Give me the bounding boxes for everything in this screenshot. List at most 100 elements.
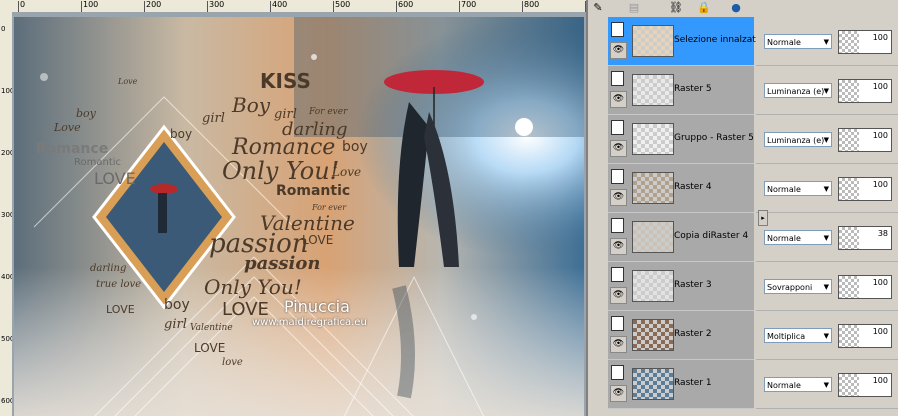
blend-mode-value: Normale [767,234,801,243]
canvas-image[interactable]: KISS Boy girl For ever darling Romance b… [14,17,584,416]
ruler-corner [0,0,12,12]
brush-icon[interactable]: ✎ [590,0,606,15]
art-word: Boy [232,93,271,117]
layers-list: 👁 Selezione innalzata Normale ▼ 100 👁 Raster 5… [588,17,898,416]
eye-icon[interactable]: 👁 [610,140,627,157]
layer-icons: 👁 [610,69,627,109]
blend-mode-select[interactable]: Normale ▼ [764,181,832,196]
eye-icon[interactable]: 👁 [610,287,627,304]
chevron-down-icon[interactable]: ▼ [824,84,829,99]
chevron-down-icon[interactable]: ▼ [824,182,829,197]
layer-icons: 👁 [610,363,627,403]
chevron-down-icon[interactable]: ▼ [824,280,829,295]
layers-toolbar: ✎ ▤ ⛓ 🔒 ● [588,0,898,16]
link-icon[interactable]: ⛓ [668,0,684,15]
layer-type-icon [611,120,624,135]
blend-mode-value: Sovrapponi [767,283,813,292]
art-word: KISS [260,69,311,93]
grayed-icon[interactable]: ▤ [626,0,642,15]
eye-icon[interactable]: 👁 [610,336,627,353]
transparency-icon [839,325,859,347]
image-area[interactable]: KISS Boy girl For ever darling Romance b… [12,12,586,416]
chevron-down-icon[interactable]: ▼ [824,35,829,50]
opacity-field[interactable]: 100 [838,324,892,348]
art-word: darling [90,263,127,274]
layer-properties: Normale ▼ 100 [756,164,898,213]
panel-splitter[interactable]: ▸ [758,210,768,226]
eye-icon[interactable]: 👁 [610,189,627,206]
opacity-value: 100 [872,376,888,385]
layer-row[interactable]: 👁 Raster 5 Luminanza (e) ▼ 100 [608,66,898,115]
blend-mode-select[interactable]: Moltiplica ▼ [764,328,832,343]
lock-icon[interactable]: 🔒 [696,0,712,15]
eye-icon[interactable]: 👁 [610,42,627,59]
layer-row[interactable]: 👁 Raster 1 Normale ▼ 100 [608,360,898,409]
layer-item[interactable]: 👁 Raster 2 [608,311,754,360]
layer-row[interactable]: 👁 Selezione innalzata Normale ▼ 100 [608,17,898,66]
layer-icons: 👁 [610,265,627,305]
layer-row[interactable]: 👁 Raster 2 Moltiplica ▼ 100 [608,311,898,360]
ruler-tick [459,1,460,12]
layer-row[interactable]: 👁 Gruppo - Raster 5 Luminanza (e) ▼ 100 [608,115,898,164]
blend-mode-select[interactable]: Sovrapponi ▼ [764,279,832,294]
layer-properties: Normale ▼ 100 [756,360,898,409]
layer-row[interactable]: 👁 Raster 3 Sovrapponi ▼ 100 [608,262,898,311]
art-word: girl [164,317,187,332]
blend-mode-select[interactable]: Normale ▼ [764,230,832,245]
ruler-vtick-label: 300 [1,211,15,219]
blend-mode-select[interactable]: Normale ▼ [764,34,832,49]
layer-item[interactable]: 👁 Raster 3 [608,262,754,311]
opacity-field[interactable]: 100 [838,373,892,397]
layer-name: Raster 4 [674,182,712,192]
eye-icon[interactable]: 👁 [610,385,627,402]
ruler-tick [81,1,82,12]
art-word: Only You! [204,275,302,299]
chevron-down-icon[interactable]: ▼ [824,133,829,148]
opacity-field[interactable]: 38 [838,226,892,250]
layer-item[interactable]: 👁 Selezione innalzata [608,17,761,66]
layer-thumbnail [632,368,674,400]
chevron-down-icon[interactable]: ▼ [824,231,829,246]
layer-properties: Moltiplica ▼ 100 [756,311,898,360]
layer-row[interactable]: 👁 Raster 4 Normale ▼ 100 [608,164,898,213]
layer-name: Copia diRaster 4 [674,231,749,241]
chevron-down-icon[interactable]: ▼ [824,329,829,344]
layer-type-icon [611,316,624,331]
blend-mode-select[interactable]: Luminanza (e) ▼ [764,132,832,147]
layer-item[interactable]: 👁 Gruppo - Raster 5 [608,115,754,164]
layer-thumbnail [632,172,674,204]
layer-item[interactable]: 👁 Raster 1 [608,360,754,409]
chevron-down-icon[interactable]: ▼ [824,378,829,393]
opacity-field[interactable]: 100 [838,128,892,152]
watermark-name: Pinuccia [284,297,350,316]
art-word: passion [244,253,321,274]
layer-item[interactable]: 👁 Raster 5 [608,66,754,115]
blend-mode-select[interactable]: Luminanza (e) ▼ [764,83,832,98]
opacity-field[interactable]: 100 [838,275,892,299]
blend-mode-select[interactable]: Normale ▼ [764,377,832,392]
layer-item[interactable]: 👁 Raster 4 [608,164,754,213]
art-word: Romance [36,141,109,157]
layer-item[interactable]: 👁 Copia diRaster 4 [608,213,754,262]
mask-icon[interactable]: ● [728,0,744,15]
layer-thumbnail [632,319,674,351]
layer-row[interactable]: 👁 Copia diRaster 4 Normale ▼ 38 [608,213,898,262]
eye-icon[interactable]: 👁 [610,238,627,255]
layer-icons: 👁 [610,118,627,158]
ruler-vtick-label: 0 [1,25,6,33]
ruler-tick-label: 0 [20,0,26,9]
ruler-tick [396,1,397,12]
blend-mode-value: Normale [767,381,801,390]
art-word: LOVE [94,169,136,188]
art-word: love [222,357,243,368]
opacity-field[interactable]: 100 [838,30,892,54]
opacity-field[interactable]: 100 [838,79,892,103]
eye-icon[interactable]: 👁 [610,91,627,108]
opacity-field[interactable]: 100 [838,177,892,201]
layer-type-icon [611,169,624,184]
art-word: For ever [312,203,347,212]
art-word: For ever [309,107,348,117]
watermark-url: www.maidiregrafica.eu [252,317,367,328]
ruler-tick [144,1,145,12]
layer-name: Raster 1 [674,378,712,388]
